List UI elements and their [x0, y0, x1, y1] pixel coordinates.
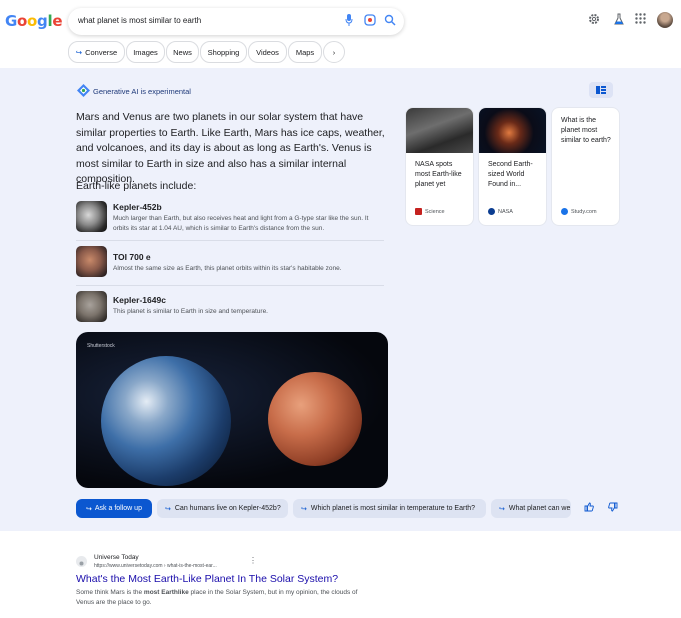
search-input[interactable]: what planet is most similar to earth	[78, 16, 201, 25]
planet-name[interactable]: TOI 700 e	[113, 252, 151, 262]
earth-planet-graphic	[101, 356, 231, 486]
lens-icon[interactable]	[364, 14, 376, 29]
chip-converse[interactable]: ↪ Converse	[68, 41, 125, 63]
science-logo-icon	[415, 208, 422, 215]
divider	[76, 285, 384, 286]
site-favicon[interactable]	[76, 556, 87, 567]
thumbs-up-icon[interactable]	[584, 502, 594, 515]
ask-follow-up-button[interactable]: ↪ Ask a follow up	[76, 499, 152, 518]
settings-gear-icon[interactable]	[588, 13, 600, 28]
result-snippet: Some think Mars is the most Earthlike pl…	[76, 589, 358, 606]
planet-name[interactable]: Kepler-1649c	[113, 295, 166, 305]
source-card-image	[406, 108, 473, 153]
source-card-title: What is the planet most similar to earth…	[561, 117, 611, 144]
suggestion-chip[interactable]: ↪ Can humans live on Kepler-452b?	[157, 499, 288, 518]
microphone-icon[interactable]	[345, 14, 353, 29]
chips-next-button[interactable]: ›	[323, 41, 345, 63]
study-com-logo-icon	[561, 208, 568, 215]
kepler-452b-thumbnail[interactable]	[76, 201, 107, 232]
source-card-site: NASA	[488, 208, 513, 215]
layout-icon	[596, 86, 606, 94]
result-url[interactable]: https://www.universetoday.com › what-is-…	[94, 563, 217, 569]
toi-700e-thumbnail[interactable]	[76, 246, 107, 277]
divider	[76, 240, 384, 241]
planet-name[interactable]: Kepler-452b	[113, 202, 162, 212]
suggestion-arrow-icon: ↪	[165, 505, 171, 513]
result-site-name[interactable]: Universe Today	[94, 554, 139, 561]
ai-summary-text: Mars and Venus are two planets in our so…	[76, 111, 385, 185]
layout-toggle-button[interactable]	[589, 82, 613, 98]
chip-shopping[interactable]: Shopping	[200, 41, 247, 63]
labs-flask-icon[interactable]	[613, 13, 625, 28]
generative-ai-badge: Generative AI is experimental	[93, 87, 191, 96]
source-card-image	[479, 108, 546, 153]
source-card-title: NASA spots most Earth-like planet yet	[415, 161, 462, 188]
source-card-site: Study.com	[561, 208, 597, 215]
generative-ai-icon	[77, 84, 90, 97]
kepler-1649c-thumbnail[interactable]	[76, 291, 107, 322]
result-title-link[interactable]: What's the Most Earth-Like Planet In The…	[76, 573, 338, 585]
source-card[interactable]: What is the planet most similar to earth…	[552, 108, 619, 225]
apps-grid-icon[interactable]	[635, 13, 646, 27]
planet-description: Much larger than Earth, but also receive…	[113, 215, 369, 232]
thumbs-down-icon[interactable]	[608, 502, 618, 515]
source-card[interactable]: NASA spots most Earth-like planet yet Sc…	[406, 108, 473, 225]
search-box[interactable]: what planet is most similar to earth	[68, 8, 404, 35]
mars-planet-graphic	[268, 372, 362, 466]
follow-up-arrow-icon: ↪	[86, 505, 92, 513]
chevron-right-icon: ›	[332, 47, 336, 57]
planet-description: Almost the same size as Earth, this plan…	[113, 265, 342, 272]
chip-news[interactable]: News	[166, 41, 199, 63]
suggestion-chip[interactable]: ↪ What planet can we	[491, 499, 571, 518]
source-card[interactable]: Second Earth-sized World Found in... NAS…	[479, 108, 546, 225]
chip-videos[interactable]: Videos	[248, 41, 287, 63]
suggestion-arrow-icon: ↪	[301, 505, 307, 513]
account-avatar[interactable]	[657, 12, 673, 28]
earth-mars-image[interactable]: Shutterstock	[76, 332, 388, 488]
chip-images[interactable]: Images	[126, 41, 165, 63]
source-card-title: Second Earth-sized World Found in...	[488, 161, 533, 188]
more-options-icon[interactable]: ⋮	[249, 556, 257, 565]
source-card-site: Science	[415, 208, 445, 215]
planet-description: This planet is similar to Earth in size …	[113, 308, 268, 315]
suggestion-arrow-icon: ↪	[499, 505, 505, 513]
nasa-logo-icon	[488, 208, 495, 215]
converse-arrow-icon: ↪	[75, 47, 83, 57]
suggestion-chip[interactable]: ↪ Which planet is most similar in tempera…	[293, 499, 486, 518]
earth-like-list-heading: Earth-like planets include:	[76, 180, 197, 192]
search-icon[interactable]	[384, 14, 396, 29]
chip-maps[interactable]: Maps	[288, 41, 322, 63]
image-credit: Shutterstock	[87, 343, 115, 349]
google-logo[interactable]: Google	[5, 12, 62, 30]
